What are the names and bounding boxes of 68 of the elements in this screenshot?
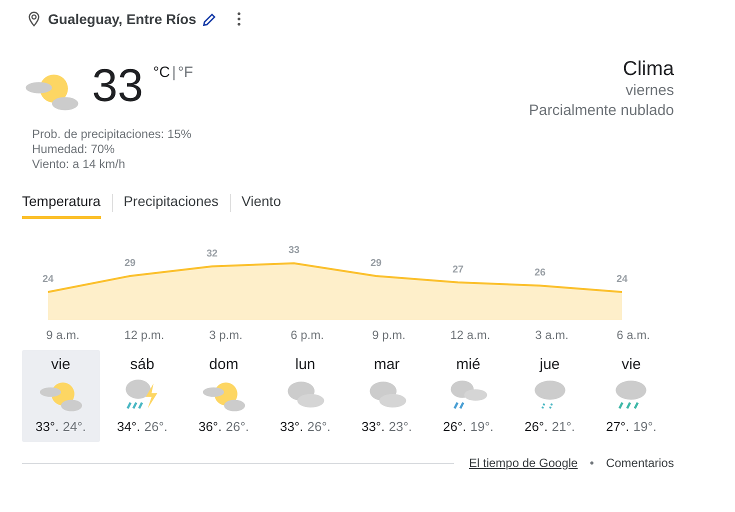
more-options-icon[interactable] bbox=[237, 12, 242, 26]
day-name: lun bbox=[295, 356, 316, 373]
low-temperature: 26°. bbox=[307, 419, 331, 434]
day-forecast[interactable]: vie 27°. 19°. bbox=[592, 350, 670, 442]
data-label: 26 bbox=[534, 268, 546, 279]
hour-label: 3 p.m. bbox=[208, 328, 244, 342]
low-temperature: 26°. bbox=[226, 419, 250, 434]
location-name: Gualeguay, Entre Ríos bbox=[48, 11, 196, 27]
current-temperature: 33 bbox=[92, 62, 144, 108]
day-forecast[interactable]: sáb 34°. 26°. bbox=[104, 350, 181, 442]
tab[interactable]: Precipitaciones bbox=[124, 187, 219, 219]
data-label: 24 bbox=[42, 274, 54, 285]
location-pin-icon bbox=[26, 10, 42, 28]
high-temperature: 26°. bbox=[442, 419, 466, 434]
edit-pencil-icon[interactable] bbox=[202, 12, 218, 26]
tab[interactable]: Temperatura bbox=[22, 187, 101, 219]
separator-dot: • bbox=[590, 456, 594, 470]
day-name: jue bbox=[540, 356, 560, 373]
day-name: vie bbox=[51, 356, 70, 373]
weather-condition: Parcialmente nublado bbox=[528, 101, 674, 121]
day-forecast[interactable]: lun 33°. 26°. bbox=[266, 350, 344, 442]
hour-label: 9 p.m. bbox=[371, 328, 406, 342]
day-forecast[interactable]: jue 26°. 21°. bbox=[511, 350, 588, 442]
day-name: vie bbox=[622, 356, 641, 373]
high-temperature: 33°. bbox=[280, 419, 304, 434]
low-temperature: 21°. bbox=[552, 419, 576, 434]
data-label: 27 bbox=[452, 264, 464, 276]
hour-label: 6 p.m. bbox=[290, 328, 325, 342]
low-temperature: 19°. bbox=[633, 419, 657, 434]
day-forecast[interactable]: mar 33°. 23°. bbox=[348, 350, 426, 442]
day-forecast[interactable]: dom 36°. 26°. bbox=[185, 350, 262, 442]
hour-label: 6 a.m. bbox=[616, 328, 651, 342]
low-temperature: 23°. bbox=[388, 419, 412, 434]
feedback-link[interactable]: Comentarios bbox=[606, 456, 674, 470]
day-forecast[interactable]: vie 33°. 24°. bbox=[22, 350, 100, 442]
low-temperature: 19°. bbox=[470, 419, 494, 434]
source-link[interactable]: El tiempo de Google bbox=[469, 456, 578, 470]
hour-label: 12 p.m. bbox=[123, 328, 166, 342]
high-temperature: 26°. bbox=[524, 419, 548, 434]
unit-separator: | bbox=[172, 64, 176, 81]
day-name: viernes bbox=[624, 81, 674, 101]
weather-title: Clima bbox=[622, 58, 674, 81]
day-forecast[interactable]: mié 26°. 19°. bbox=[430, 350, 507, 442]
hour-label: 12 a.m. bbox=[449, 328, 492, 342]
hour-label: 3 a.m. bbox=[534, 328, 570, 342]
tab[interactable]: Viento bbox=[242, 187, 281, 219]
high-temperature: 33°. bbox=[361, 419, 385, 434]
low-temperature: 26°. bbox=[144, 419, 168, 434]
celsius-unit-link[interactable]: °C bbox=[153, 64, 170, 81]
day-name: mar bbox=[374, 356, 400, 373]
day-name: mié bbox=[456, 356, 480, 373]
high-temperature: 33°. bbox=[35, 419, 59, 434]
day-name: sáb bbox=[130, 356, 154, 373]
low-temperature: 24°. bbox=[62, 419, 86, 434]
fahrenheit-unit-link[interactable]: °F bbox=[178, 64, 194, 81]
weather-detail: Humedad: 70% bbox=[32, 142, 116, 157]
data-label: 29 bbox=[124, 258, 136, 269]
weather-detail: Viento: a 14 km/h bbox=[32, 157, 126, 172]
data-label: 29 bbox=[370, 258, 382, 269]
day-name: dom bbox=[209, 356, 238, 373]
data-label: 33 bbox=[288, 245, 300, 256]
hour-label: 9 a.m. bbox=[45, 328, 80, 342]
weather-detail: Prob. de precipitaciones: 15% bbox=[32, 127, 192, 142]
data-label: 24 bbox=[616, 274, 628, 285]
high-temperature: 27°. bbox=[606, 419, 630, 434]
data-label: 32 bbox=[206, 248, 218, 260]
high-temperature: 36°. bbox=[198, 419, 222, 434]
high-temperature: 34°. bbox=[116, 419, 140, 434]
